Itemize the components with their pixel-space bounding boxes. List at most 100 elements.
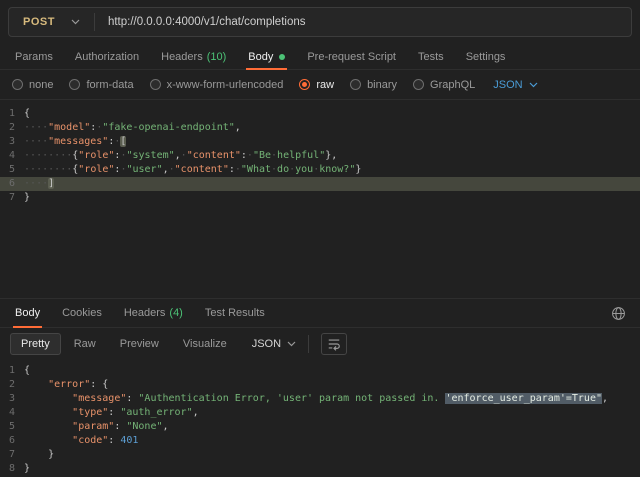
body-mode-graphql[interactable]: GraphQL xyxy=(413,79,475,91)
tab-label: Pre-request Script xyxy=(307,51,396,63)
code-line-2[interactable]: 2····"model":·"fake-openai-endpoint", xyxy=(0,121,640,135)
tab-label: Settings xyxy=(466,51,506,63)
body-mode-binary[interactable]: binary xyxy=(350,79,397,91)
api-client-window: POST http://0.0.0.0:4000/v1/chat/complet… xyxy=(0,0,640,477)
code-line-7[interactable]: 7} xyxy=(0,191,640,205)
radio-icon xyxy=(350,79,361,90)
request-tab-authorization[interactable]: Authorization xyxy=(64,44,150,69)
request-language-label: JSON xyxy=(493,79,522,91)
tab-count: (10) xyxy=(207,51,227,63)
code-text: "code": 401 xyxy=(24,434,138,448)
code-text: "param": "None", xyxy=(24,420,169,434)
body-mode-options: none form-data x-www-form-urlencoded raw bin… xyxy=(12,79,475,91)
code-line-7[interactable]: 7 } xyxy=(0,448,640,462)
view-tab-label: Pretty xyxy=(21,338,50,350)
body-mode-form-data[interactable]: form-data xyxy=(69,79,133,91)
response-tab-test-results[interactable]: Test Results xyxy=(194,299,276,327)
response-language-label: JSON xyxy=(252,338,281,350)
code-text: { xyxy=(24,107,30,121)
body-mode-x-www-form-urlencoded[interactable]: x-www-form-urlencoded xyxy=(150,79,284,91)
url-input[interactable]: http://0.0.0.0:4000/v1/chat/completions xyxy=(95,16,631,28)
body-mode-raw[interactable]: raw xyxy=(299,79,334,91)
request-tab-body[interactable]: Body xyxy=(237,44,296,69)
tab-label: Test Results xyxy=(205,307,265,319)
code-text: ········{"role":·"system",·"content":·"B… xyxy=(24,149,337,163)
response-tab-body[interactable]: Body xyxy=(4,299,51,327)
view-tab-label: Visualize xyxy=(183,338,227,350)
response-view-row: Pretty Raw Preview Visualize JSON xyxy=(0,328,640,360)
code-text: "type": "auth_error", xyxy=(24,406,199,420)
request-tab-tests[interactable]: Tests xyxy=(407,44,455,69)
code-line-4[interactable]: 4········{"role":·"system",·"content":·"… xyxy=(0,149,640,163)
code-line-4[interactable]: 4 "type": "auth_error", xyxy=(0,406,640,420)
code-text: } xyxy=(24,448,54,462)
tab-label: Headers xyxy=(161,51,203,63)
body-mode-label: x-www-form-urlencoded xyxy=(167,79,284,91)
line-number: 3 xyxy=(0,135,24,149)
view-tab-label: Raw xyxy=(74,338,96,350)
request-tab-settings[interactable]: Settings xyxy=(455,44,517,69)
code-line-1[interactable]: 1{ xyxy=(0,107,640,121)
line-number: 2 xyxy=(0,378,24,392)
body-mode-label: GraphQL xyxy=(430,79,475,91)
line-number: 7 xyxy=(0,448,24,462)
view-tab-label: Preview xyxy=(120,338,159,350)
response-view-preview[interactable]: Preview xyxy=(109,333,170,355)
code-text: "error": { xyxy=(24,378,108,392)
response-language-dropdown[interactable]: JSON xyxy=(252,338,296,350)
response-tab-cookies[interactable]: Cookies xyxy=(51,299,113,327)
method-dropdown[interactable]: POST xyxy=(9,8,94,36)
line-number: 4 xyxy=(0,149,24,163)
request-tab-headers[interactable]: Headers (10) xyxy=(150,44,237,69)
globe-icon[interactable] xyxy=(601,306,636,321)
chevron-down-icon xyxy=(287,338,296,350)
code-line-5[interactable]: 5 "param": "None", xyxy=(0,420,640,434)
radio-icon xyxy=(69,79,80,90)
line-number: 5 xyxy=(0,420,24,434)
line-number: 7 xyxy=(0,191,24,205)
code-line-5[interactable]: 5········{"role":·"user",·"content":·"Wh… xyxy=(0,163,640,177)
response-tab-headers[interactable]: Headers(4) xyxy=(113,299,194,327)
code-line-6[interactable]: 6····] xyxy=(0,177,640,191)
response-body-editor[interactable]: 1{2 "error": {3 "message": "Authenticati… xyxy=(0,360,640,477)
code-line-8[interactable]: 8} xyxy=(0,462,640,476)
line-number: 6 xyxy=(0,177,24,191)
request-body-editor[interactable]: 1{2····"model":·"fake-openai-endpoint",3… xyxy=(0,100,640,298)
chevron-down-icon xyxy=(529,79,538,91)
code-text: ····"messages":·[ xyxy=(24,135,126,149)
request-tab-params[interactable]: Params xyxy=(4,44,64,69)
response-view-pretty[interactable]: Pretty xyxy=(10,333,61,355)
line-number: 1 xyxy=(0,107,24,121)
radio-icon xyxy=(299,79,310,90)
wrap-text-button[interactable] xyxy=(321,333,347,355)
modified-dot-icon xyxy=(279,54,285,60)
code-text: ····"model":·"fake-openai-endpoint", xyxy=(24,121,241,135)
code-line-6[interactable]: 6 "code": 401 xyxy=(0,434,640,448)
request-language-dropdown[interactable]: JSON xyxy=(493,79,537,91)
code-text: ····] xyxy=(24,177,54,191)
tab-label: Tests xyxy=(418,51,444,63)
method-label: POST xyxy=(23,16,55,28)
code-text: } xyxy=(24,462,30,476)
tab-label: Body xyxy=(15,307,40,319)
code-line-3[interactable]: 3 "message": "Authentication Error, 'use… xyxy=(0,392,640,406)
request-tabs: ParamsAuthorization Headers (10) Body Pre-re… xyxy=(0,44,640,70)
code-text: ········{"role":·"user",·"content":·"Wha… xyxy=(24,163,361,177)
divider xyxy=(308,335,309,353)
line-number: 2 xyxy=(0,121,24,135)
radio-icon xyxy=(150,79,161,90)
body-mode-none[interactable]: none xyxy=(12,79,53,91)
code-line-2[interactable]: 2 "error": { xyxy=(0,378,640,392)
line-number: 8 xyxy=(0,462,24,476)
code-text: { xyxy=(24,364,30,378)
tab-label: Body xyxy=(248,51,273,63)
response-view-visualize[interactable]: Visualize xyxy=(172,333,238,355)
line-number: 5 xyxy=(0,163,24,177)
code-line-1[interactable]: 1{ xyxy=(0,364,640,378)
response-view-raw[interactable]: Raw xyxy=(63,333,107,355)
url-bar: POST http://0.0.0.0:4000/v1/chat/complet… xyxy=(8,7,632,37)
chevron-down-icon xyxy=(71,16,80,28)
code-line-3[interactable]: 3····"messages":·[ xyxy=(0,135,640,149)
request-tab-pre-request-script[interactable]: Pre-request Script xyxy=(296,44,407,69)
body-mode-label: binary xyxy=(367,79,397,91)
